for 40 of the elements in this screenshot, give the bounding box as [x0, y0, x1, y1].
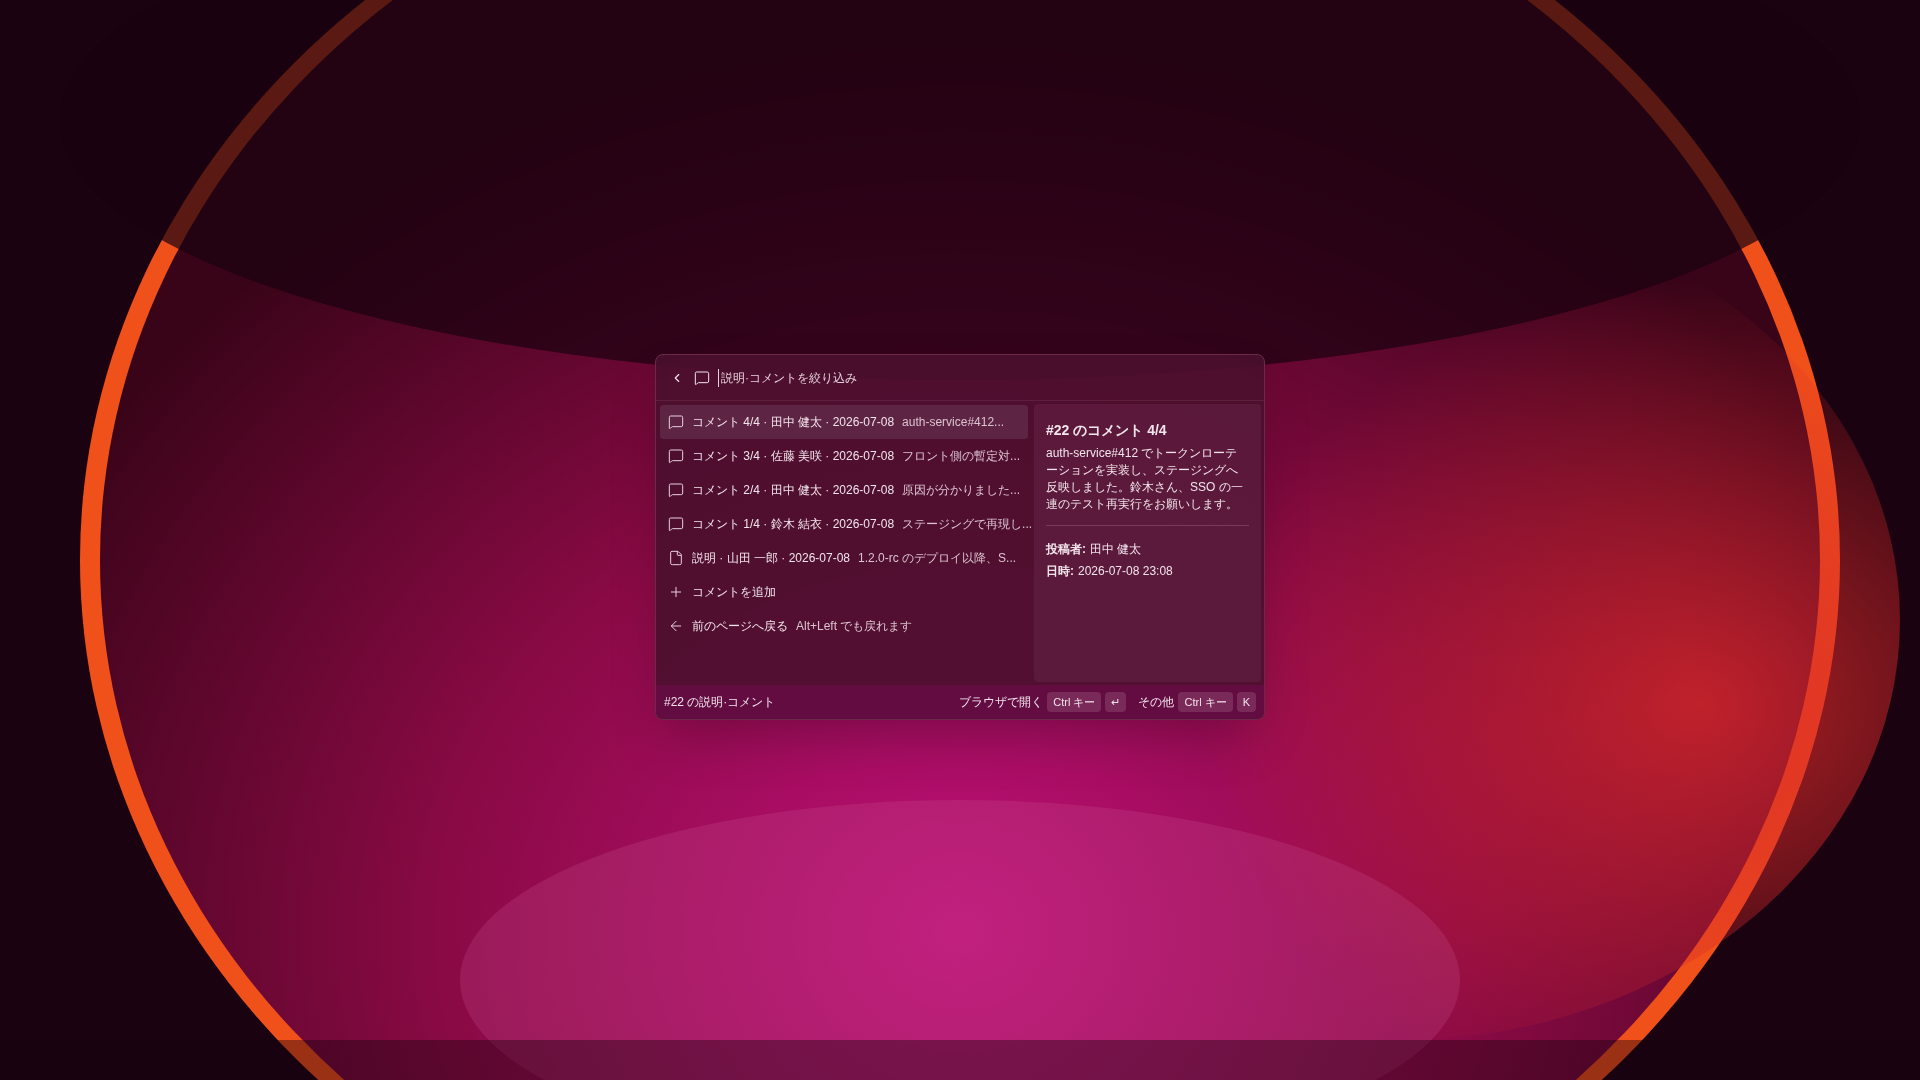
item-title: コメント 3/4 · 佐藤 美咲 · 2026-07-08 [692, 448, 895, 465]
item-title: コメント 4/4 · 田中 健太 · 2026-07-08 [692, 414, 895, 431]
comment-icon [668, 414, 684, 430]
list-item[interactable]: 説明 · 山田 一郎 · 2026-07-08 1.2.0-rc のデプロイ以降、S... [660, 541, 1028, 575]
list-item[interactable]: コメントを追加 [660, 575, 1028, 609]
item-preview: 原因が分かりました... [902, 482, 1021, 499]
comment-icon [668, 448, 684, 464]
item-title: コメントを追加 [692, 584, 776, 601]
comment-icon [694, 369, 710, 386]
footer-context: #22 の説明·コメント [664, 694, 776, 711]
item-preview: Alt+Left でも戻れます [796, 618, 913, 635]
item-preview: 1.2.0-rc のデプロイ以降、S... [858, 550, 1017, 567]
list-item[interactable]: コメント 2/4 · 田中 健太 · 2026-07-08 原因が分かりました... [660, 473, 1028, 507]
comment-icon [668, 516, 684, 532]
item-preview: フロント側の暫定対... [902, 448, 1021, 465]
action-label: ブラウザで開く [959, 694, 1044, 711]
field-value: 2026-07-08 23:08 [1078, 563, 1173, 580]
item-title: 説明 · 山田 一郎 · 2026-07-08 [692, 550, 851, 567]
key-badge: Ctrl キー [1047, 691, 1102, 713]
list-item[interactable]: コメント 3/4 · 佐藤 美咲 · 2026-07-08 フロント側の暫定対... [660, 439, 1028, 473]
document-icon [668, 550, 684, 566]
field-label: 日時: [1046, 563, 1074, 580]
key-badge: ↵ [1105, 691, 1127, 713]
search-field[interactable]: 説明·コメントを絞り込み [718, 368, 1252, 387]
item-title: コメント 1/4 · 鈴木 結衣 · 2026-07-08 [692, 516, 895, 533]
list-item[interactable]: コメント 4/4 · 田中 健太 · 2026-07-08 auth-service#412... [660, 405, 1028, 439]
action-label: その他 [1138, 694, 1175, 711]
field-label: 投稿者: [1046, 541, 1086, 558]
item-title: コメント 2/4 · 田中 健太 · 2026-07-08 [692, 482, 895, 499]
detail-text: auth-service#412 でトークンローテーションを実装し、ステージングへ反映しました。鈴木さん、SSO の一連のテスト再実行をお願いします。 [1046, 445, 1244, 513]
item-preview: auth-service#412... [902, 414, 1005, 431]
item-preview: ステージングで再現し... [902, 516, 1033, 533]
list-item[interactable]: 前のページへ戻る Alt+Left でも戻れます [660, 609, 1028, 643]
plus-icon [668, 584, 684, 600]
key-badge: K [1236, 691, 1256, 713]
key-badge: Ctrl キー [1178, 691, 1233, 713]
detail-title: #22 のコメント 4/4 [1046, 421, 1168, 440]
comment-icon [668, 482, 684, 498]
item-title: 前のページへ戻る [692, 618, 788, 635]
field-value: 田中 健太 [1090, 541, 1142, 558]
